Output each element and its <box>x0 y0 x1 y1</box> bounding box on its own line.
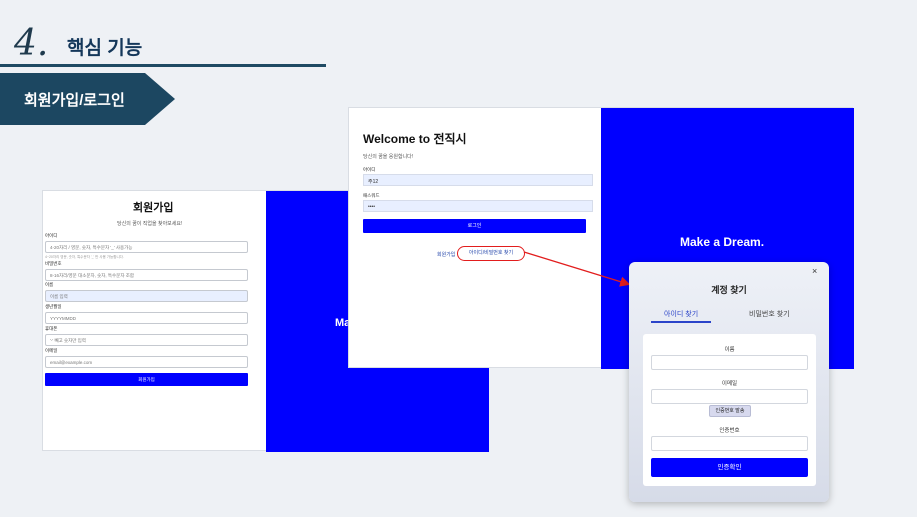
modal-title: 계정 찾기 <box>711 285 747 295</box>
modal-name-input[interactable] <box>651 355 808 370</box>
tab-find-id[interactable]: 아이디 찾기 <box>664 309 698 319</box>
find-account-modal: × 계정 찾기 아이디 찾기 비밀번호 찾기 이름 이메일 인증번호 발송 인증… <box>629 262 829 502</box>
active-tab-indicator <box>651 321 711 323</box>
send-code-button[interactable]: 인증번호 발송 <box>709 405 751 417</box>
modal-email-input[interactable] <box>651 389 808 404</box>
modal-email-label: 이메일 <box>721 381 738 387</box>
tab-find-password[interactable]: 비밀번호 찾기 <box>749 309 790 319</box>
close-icon[interactable]: × <box>812 266 817 276</box>
modal-code-label: 인증번호 <box>719 428 740 434</box>
confirm-code-button[interactable]: 인증확인 <box>651 458 808 477</box>
modal-code-input[interactable] <box>651 436 808 451</box>
modal-form-panel: 이름 이메일 인증번호 발송 인증번호 인증확인 <box>643 334 816 486</box>
modal-name-label: 이름 <box>724 347 735 353</box>
